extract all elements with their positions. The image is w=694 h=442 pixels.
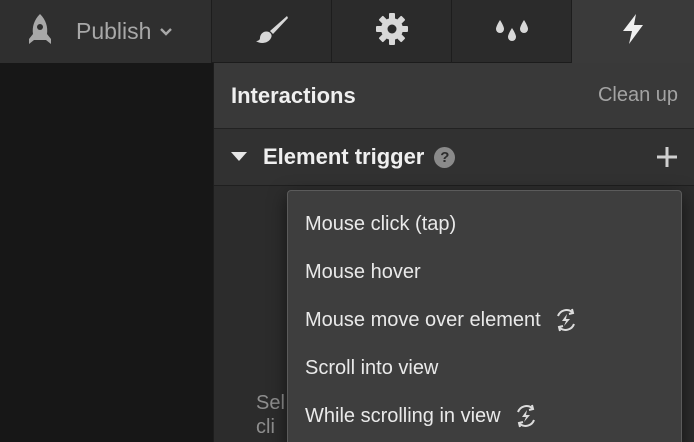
menu-item-mouse-move[interactable]: Mouse move over element	[288, 296, 681, 344]
menu-item-mouse-hover[interactable]: Mouse hover	[288, 248, 681, 296]
trigger-title: Element trigger	[263, 144, 425, 169]
element-trigger-row: Element trigger ?	[214, 129, 694, 186]
menu-item-mouse-click[interactable]: Mouse click (tap)	[288, 200, 681, 248]
caret-down-icon[interactable]	[231, 152, 247, 162]
continuous-animation-icon	[553, 307, 579, 333]
menu-item-scroll-into-view[interactable]: Scroll into view	[288, 344, 681, 392]
chevron-down-icon	[159, 27, 173, 37]
tab-settings[interactable]	[332, 0, 452, 63]
panel-header: Interactions Clean up	[214, 63, 694, 129]
gear-icon	[375, 12, 409, 51]
publish-button[interactable]: Publish	[0, 0, 212, 63]
menu-item-label: Mouse click (tap)	[305, 212, 457, 235]
continuous-animation-icon	[513, 403, 539, 429]
publish-label: Publish	[76, 18, 152, 44]
rocket-icon	[22, 12, 58, 51]
add-trigger-button[interactable]	[656, 146, 678, 168]
menu-item-label: Mouse hover	[305, 260, 421, 283]
clean-up-button[interactable]: Clean up	[598, 84, 678, 107]
trigger-type-dropdown: Mouse click (tap) Mouse hover Mouse move…	[287, 190, 682, 442]
canvas-area	[0, 63, 213, 442]
drops-icon	[492, 14, 532, 49]
top-toolbar: Publish	[0, 0, 694, 63]
tab-style-manager[interactable]	[452, 0, 572, 63]
menu-item-label: While scrolling in view	[305, 404, 501, 427]
tab-style[interactable]	[212, 0, 332, 63]
menu-item-while-scrolling[interactable]: While scrolling in view	[288, 392, 681, 440]
lightning-icon	[620, 13, 646, 50]
menu-item-label: Mouse move over element	[305, 308, 541, 331]
tab-interactions[interactable]	[572, 0, 694, 63]
menu-item-label: Scroll into view	[305, 356, 439, 379]
brush-icon	[254, 14, 290, 49]
panel-title: Interactions	[231, 82, 356, 108]
help-icon[interactable]: ?	[434, 146, 456, 168]
